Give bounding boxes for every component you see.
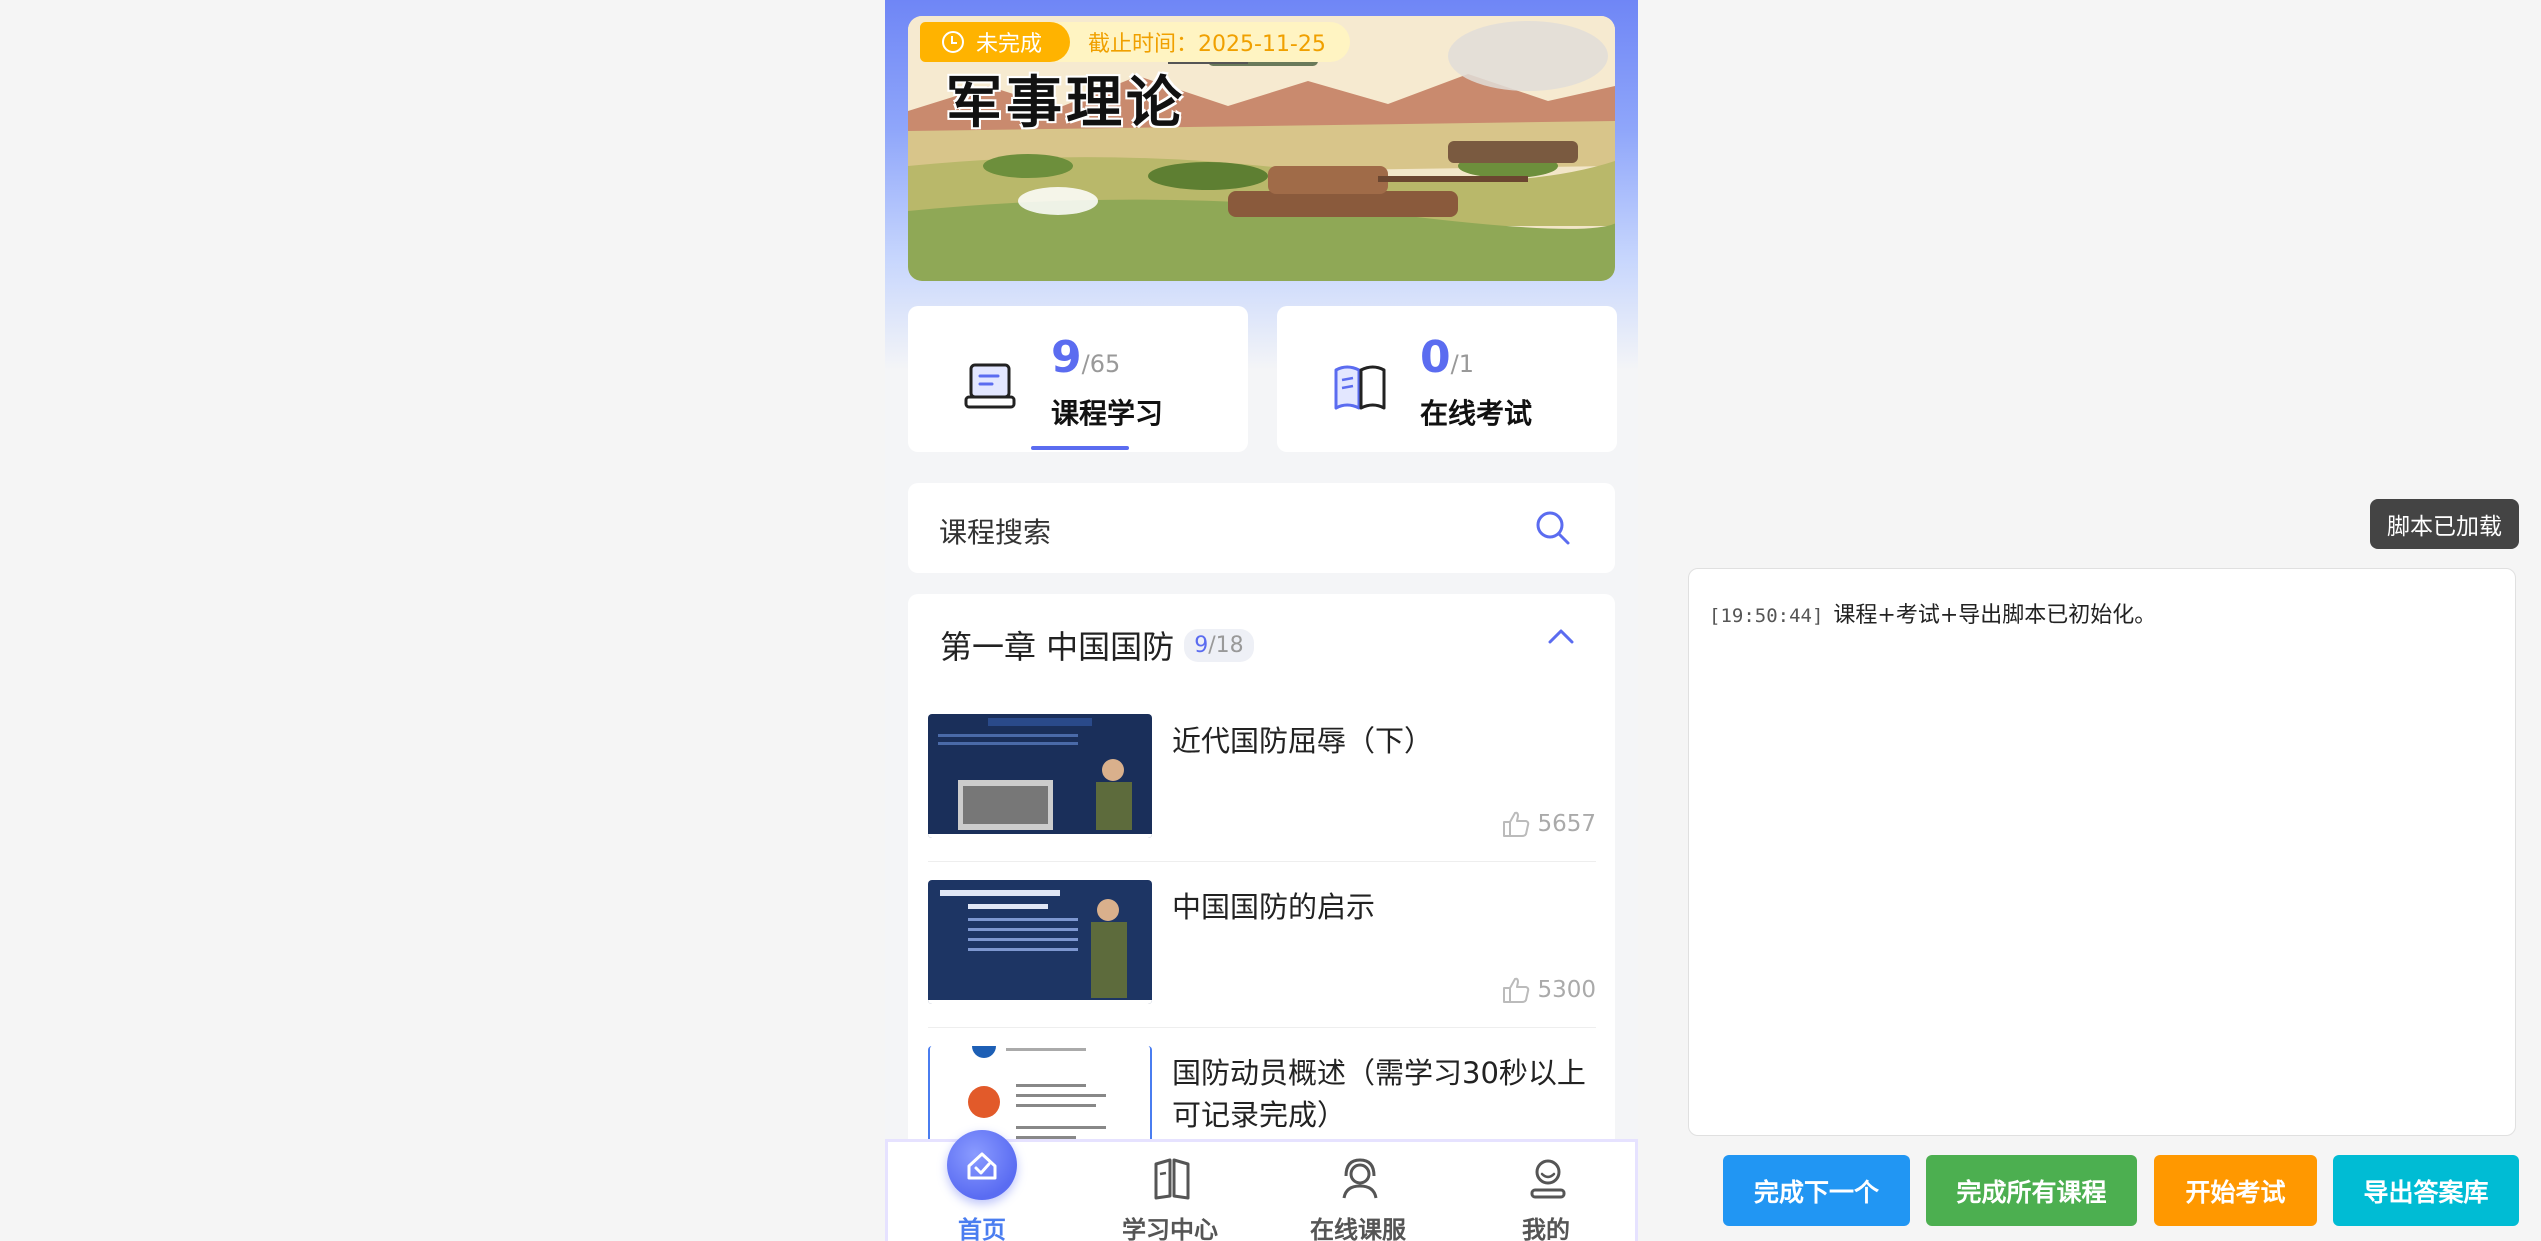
course-thumbnail <box>928 714 1152 838</box>
course-title: 军事理论 <box>946 70 1186 136</box>
script-loaded-tooltip: 脚本已加载 <box>2370 499 2519 549</box>
exam-progress: 0/1 <box>1420 332 1474 383</box>
like-count[interactable]: 5657 <box>1501 810 1596 838</box>
online-exam-card[interactable]: 0/1 在线考试 <box>1277 306 1617 452</box>
banner-badges: 未完成 截止时间：2025-11-25 <box>920 22 1350 62</box>
status-badge-label: 未完成 <box>976 32 1043 57</box>
like-count[interactable]: 5300 <box>1501 976 1596 1004</box>
online-exam-label: 在线考试 <box>1420 397 1533 430</box>
thumbs-up-icon <box>1503 811 1530 837</box>
home-icon <box>947 1130 1017 1200</box>
script-log-panel[interactable]: [19:50:44] 课程+考试+导出脚本已初始化。 <box>1688 568 2516 1136</box>
mobile-app-view: 未完成 截止时间：2025-11-25 军事理论 9/65 课程学习 0/1 在… <box>885 0 1638 1241</box>
course-title: 近代国防屈辱（下） <box>1172 724 1434 758</box>
user-icon <box>1530 1159 1566 1199</box>
course-title: 中国国防的启示 <box>1172 890 1376 924</box>
tab-learning-center-label: 学习中心 <box>1122 1216 1218 1241</box>
search-placeholder: 课程搜索 <box>939 516 1052 549</box>
export-answer-bank-button[interactable]: 导出答案库 <box>2333 1155 2519 1226</box>
chapter-title: 第一章 中国国防 <box>940 628 1175 666</box>
course-item[interactable]: 近代国防屈辱（下） 5657 <box>928 714 1596 862</box>
tab-profile[interactable]: 我的 <box>1452 1142 1638 1241</box>
start-exam-button[interactable]: 开始考试 <box>2154 1155 2317 1226</box>
bottom-tab-bar: 首页 学习中心 在线课服 我的 <box>885 1130 1638 1241</box>
laptop-icon <box>964 363 1016 409</box>
tab-online-service[interactable]: 在线课服 <box>1264 1142 1452 1241</box>
chapter-progress-badge: 9/18 <box>1184 628 1254 662</box>
thumbs-up-icon <box>1503 977 1530 1003</box>
active-tab-indicator <box>1031 446 1129 450</box>
tab-home[interactable]: 首页 <box>888 1130 1076 1241</box>
course-banner[interactable]: 未完成 截止时间：2025-11-25 军事理论 <box>908 16 1615 281</box>
divider <box>928 861 1596 862</box>
complete-next-button[interactable]: 完成下一个 <box>1723 1155 1910 1226</box>
chevron-up-icon[interactable] <box>1546 626 1576 646</box>
course-item[interactable]: 中国国防的启示 5300 <box>928 880 1596 1028</box>
course-study-label: 课程学习 <box>1051 397 1164 430</box>
open-book-icon <box>1334 365 1386 410</box>
course-search-input[interactable]: 课程搜索 <box>908 483 1615 573</box>
log-entry: [19:50:44] 课程+考试+导出脚本已初始化。 <box>1709 597 2156 629</box>
course-title: 国防动员概述（需学习30秒以上可记录完成） <box>1172 1056 1586 1132</box>
course-thumbnail <box>928 880 1152 1004</box>
course-study-card[interactable]: 9/65 课程学习 <box>908 306 1248 452</box>
tab-home-label: 首页 <box>958 1216 1006 1241</box>
tab-profile-label: 我的 <box>1522 1216 1570 1241</box>
chapter-header[interactable]: 第一章 中国国防 9/18 <box>940 622 1254 668</box>
deadline-badge: 截止时间：2025-11-25 <box>1052 22 1350 62</box>
tab-online-service-label: 在线课服 <box>1310 1216 1406 1241</box>
complete-all-courses-button[interactable]: 完成所有课程 <box>1926 1155 2137 1226</box>
log-timestamp: [19:50:44] <box>1709 605 1824 627</box>
divider <box>928 1027 1596 1028</box>
course-progress: 9/65 <box>1051 332 1121 383</box>
status-badge: 未完成 <box>920 22 1071 62</box>
tab-learning-center[interactable]: 学习中心 <box>1076 1142 1264 1241</box>
book-icon <box>1154 1158 1190 1200</box>
clock-icon <box>942 31 964 53</box>
headset-icon <box>1342 1158 1378 1199</box>
search-icon[interactable] <box>1534 509 1572 547</box>
log-message: 课程+考试+导出脚本已初始化。 <box>1833 603 2157 628</box>
